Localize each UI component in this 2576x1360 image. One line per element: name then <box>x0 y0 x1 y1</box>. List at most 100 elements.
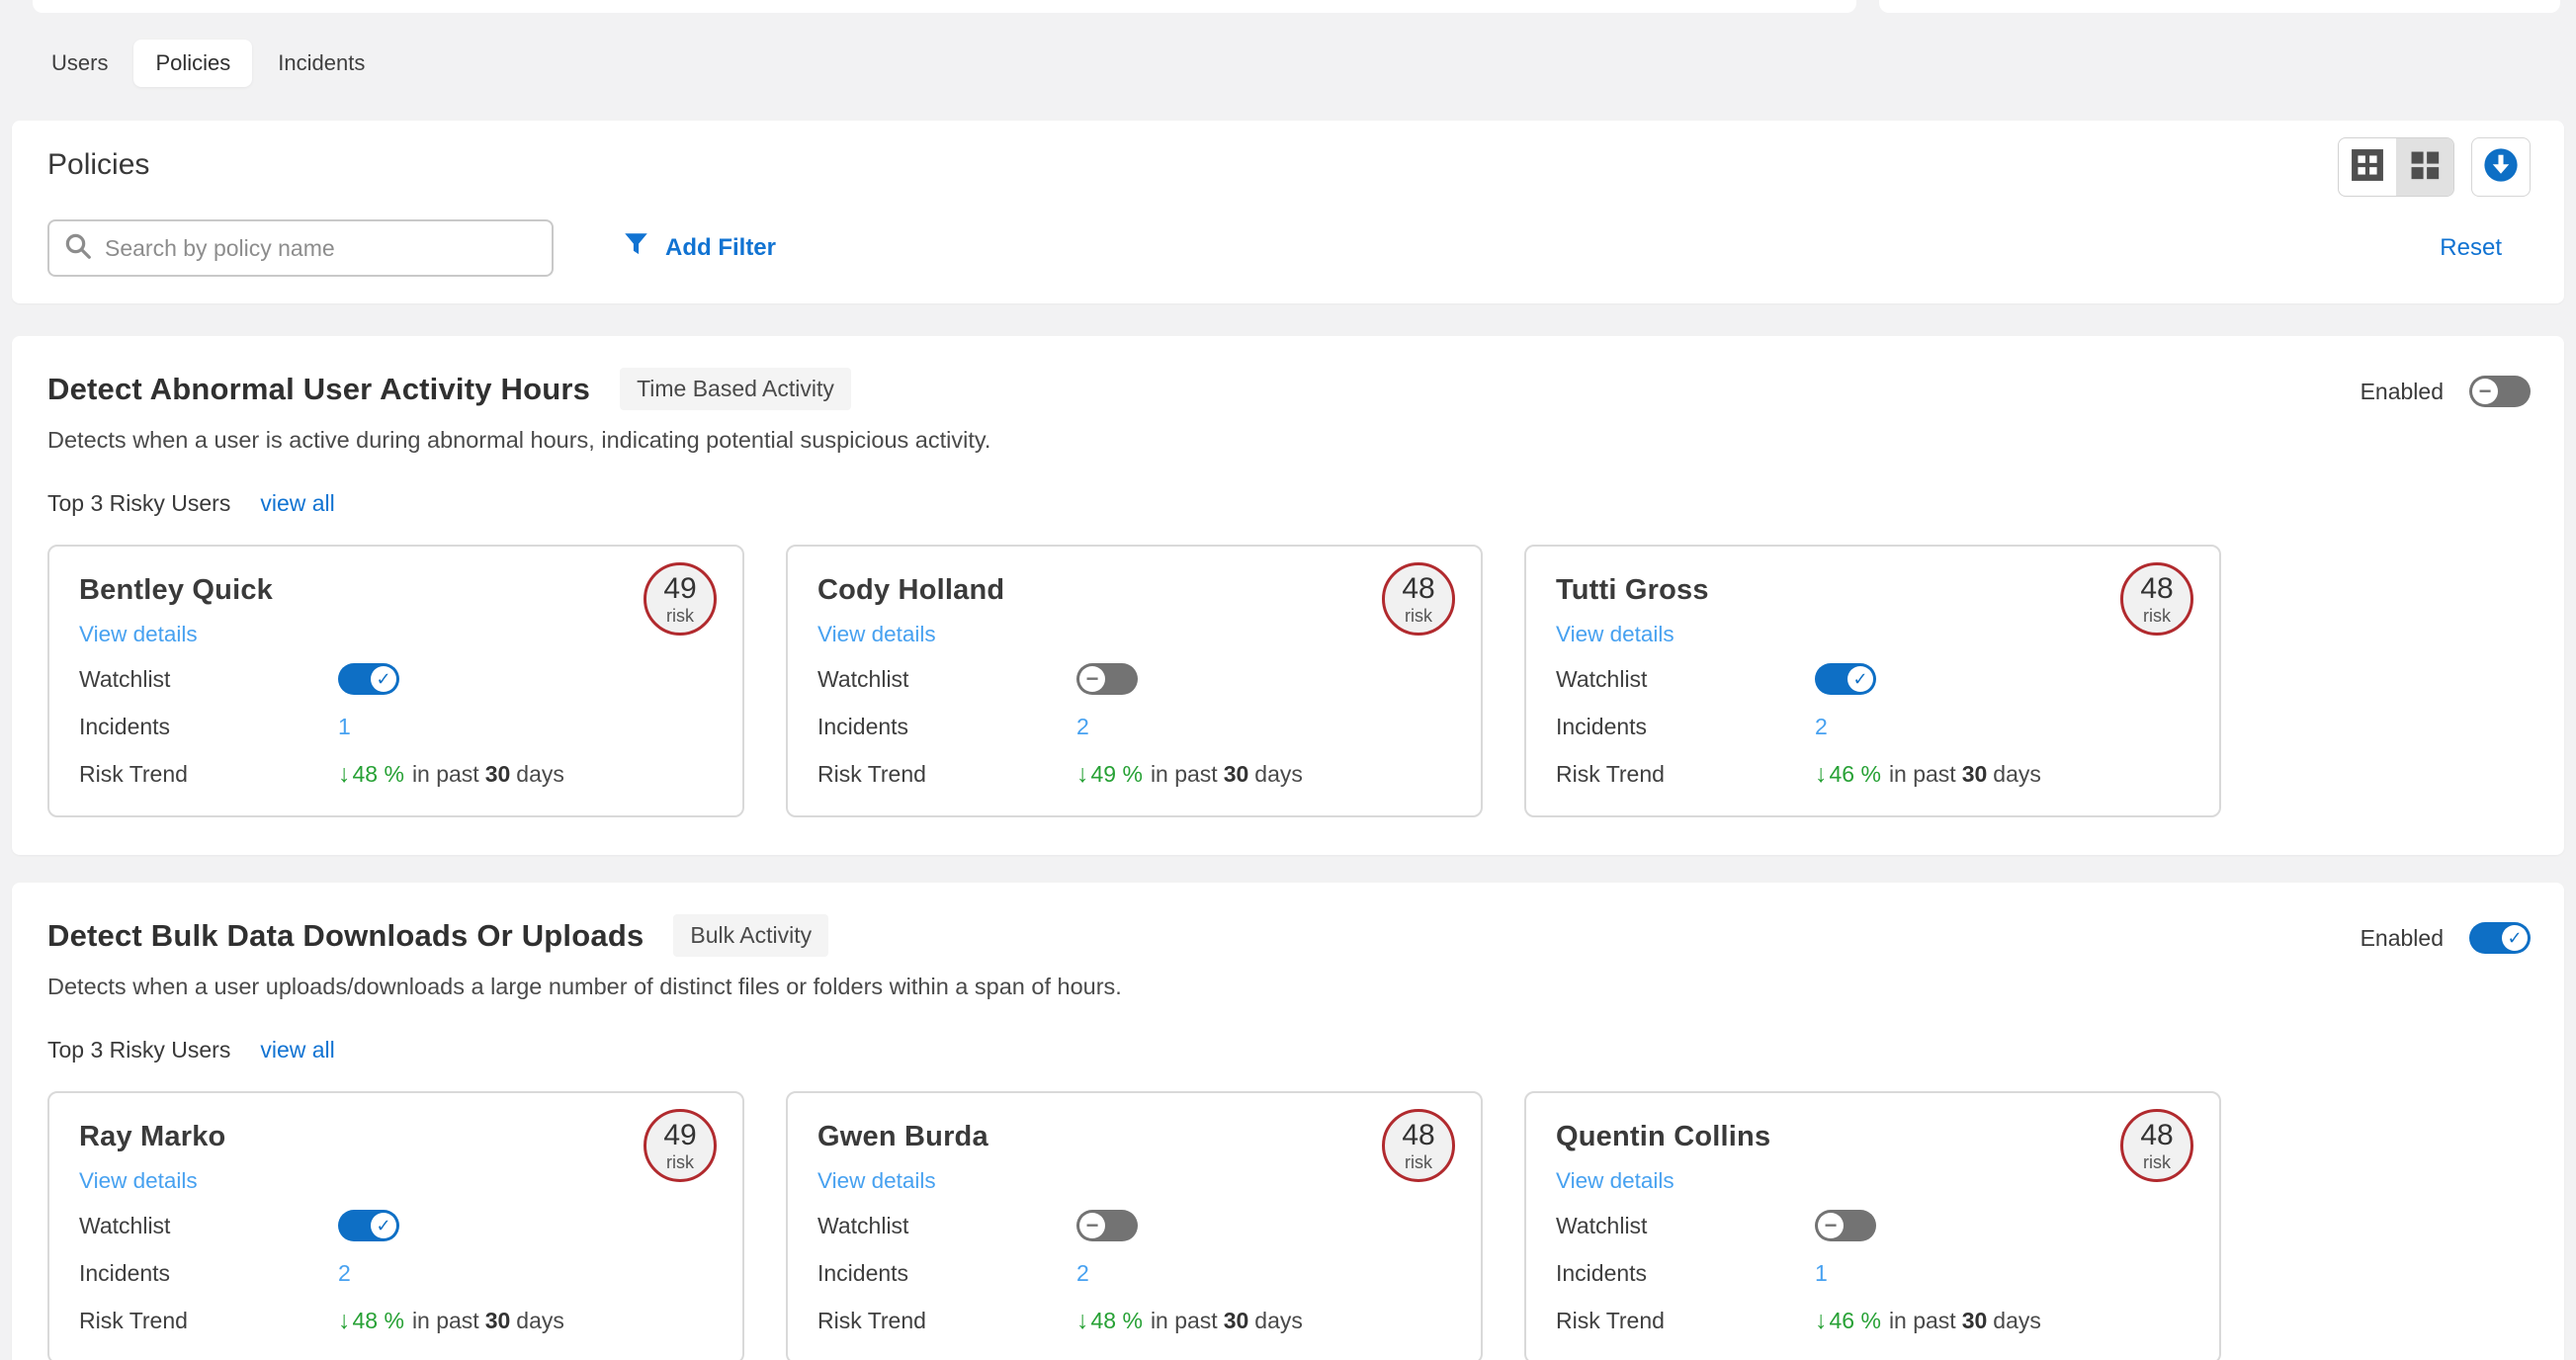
toggle-dash-icon: − <box>2472 379 2498 404</box>
page-title: Policies <box>47 148 149 182</box>
risk-score: 49 <box>663 1121 696 1150</box>
view-details-link[interactable]: View details <box>1556 1168 1674 1194</box>
search-input[interactable] <box>105 235 538 262</box>
risk-unit-label: risk <box>1405 607 1432 625</box>
user-name: Gwen Burda <box>817 1121 1451 1153</box>
policy-description: Detects when a user uploads/downloads a … <box>47 974 2531 1000</box>
incidents-count-link[interactable]: 2 <box>1815 714 1828 740</box>
top-risky-users-label: Top 3 Risky Users <box>47 490 230 517</box>
toggle-dash-icon: − <box>1818 1213 1844 1238</box>
user-card: Gwen Burda 48 risk View details Watchlis… <box>786 1091 1483 1360</box>
risk-trend-label: Risk Trend <box>817 1308 1076 1334</box>
view-details-link[interactable]: View details <box>817 1168 936 1194</box>
risk-score-badge: 48 risk <box>1382 562 1455 636</box>
incidents-count-link[interactable]: 1 <box>338 714 351 740</box>
toggle-check-icon: ✓ <box>1847 666 1873 692</box>
watchlist-label: Watchlist <box>1556 1213 1815 1239</box>
view-details-link[interactable]: View details <box>1556 622 1674 647</box>
policy-card-abnormal-hours: Detect Abnormal User Activity Hours Time… <box>12 336 2564 855</box>
incidents-label: Incidents <box>79 1260 338 1287</box>
trend-down-icon: ↓ <box>1815 1307 1828 1335</box>
risk-trend-label: Risk Trend <box>1556 761 1815 788</box>
enabled-label: Enabled <box>2361 379 2444 405</box>
incidents-count-link[interactable]: 2 <box>1076 714 1089 740</box>
incidents-label: Incidents <box>817 1260 1076 1287</box>
toggle-check-icon: ✓ <box>371 666 396 692</box>
incidents-label: Incidents <box>1556 1260 1815 1287</box>
risk-trend-label: Risk Trend <box>79 761 338 788</box>
tab-incidents[interactable]: Incidents <box>256 40 386 87</box>
incidents-count-link[interactable]: 2 <box>338 1260 351 1287</box>
incidents-count-link[interactable]: 1 <box>1815 1260 1828 1287</box>
search-icon <box>63 231 105 266</box>
tab-users[interactable]: Users <box>30 40 129 87</box>
risk-score-badge: 49 risk <box>644 562 717 636</box>
incidents-count-link[interactable]: 2 <box>1076 1260 1089 1287</box>
table-view-icon <box>2351 148 2384 187</box>
risk-trend-value: ↓ 46 % in past 30 days <box>1815 760 2041 789</box>
reset-link[interactable]: Reset <box>2440 234 2502 262</box>
trend-down-icon: ↓ <box>338 1307 351 1335</box>
user-card: Ray Marko 49 risk View details Watchlist… <box>47 1091 744 1360</box>
policy-card-bulk-data: Detect Bulk Data Downloads Or Uploads Bu… <box>12 883 2564 1360</box>
risk-score: 48 <box>2140 574 2173 604</box>
watchlist-toggle[interactable]: ✓ <box>338 1210 399 1241</box>
risk-trend-label: Risk Trend <box>79 1308 338 1334</box>
risk-score: 48 <box>1402 574 1434 604</box>
risk-score-badge: 48 risk <box>2120 1109 2193 1182</box>
tab-policies[interactable]: Policies <box>133 40 252 87</box>
top-edge-panel-left <box>33 0 1856 13</box>
trend-down-icon: ↓ <box>1076 760 1089 789</box>
trend-down-icon: ↓ <box>338 760 351 789</box>
policy-title: Detect Abnormal User Activity Hours <box>47 372 590 407</box>
watchlist-label: Watchlist <box>79 666 338 693</box>
search-row: Add Filter <box>47 219 776 277</box>
view-all-link[interactable]: view all <box>260 490 334 517</box>
add-filter-button[interactable]: Add Filter <box>623 231 776 265</box>
incidents-label: Incidents <box>817 714 1076 740</box>
top-edge-panel-right <box>1879 0 2560 13</box>
user-card: Quentin Collins 48 risk View details Wat… <box>1524 1091 2221 1360</box>
risk-trend-value: ↓ 48 % in past 30 days <box>1076 1307 1303 1335</box>
user-card: Tutti Gross 48 risk View details Watchli… <box>1524 545 2221 817</box>
incidents-label: Incidents <box>79 714 338 740</box>
risk-unit-label: risk <box>2143 1153 2171 1171</box>
risk-unit-label: risk <box>666 607 694 625</box>
watchlist-toggle[interactable]: − <box>1076 663 1138 695</box>
incidents-label: Incidents <box>1556 714 1815 740</box>
table-view-button[interactable] <box>2339 138 2396 196</box>
main-tabs: Users Policies Incidents <box>30 40 386 87</box>
risky-users-grid: Bentley Quick 49 risk View details Watch… <box>47 545 2531 817</box>
watchlist-label: Watchlist <box>817 666 1076 693</box>
user-name: Tutti Gross <box>1556 574 2190 607</box>
add-filter-label: Add Filter <box>665 234 776 262</box>
view-mode-switcher <box>2338 137 2454 197</box>
watchlist-toggle[interactable]: − <box>1815 1210 1876 1241</box>
watchlist-label: Watchlist <box>817 1213 1076 1239</box>
watchlist-toggle[interactable]: − <box>1076 1210 1138 1241</box>
user-name: Bentley Quick <box>79 574 713 607</box>
enabled-label: Enabled <box>2361 925 2444 952</box>
toggle-dash-icon: − <box>1079 1213 1105 1238</box>
policy-title: Detect Bulk Data Downloads Or Uploads <box>47 918 644 954</box>
watchlist-label: Watchlist <box>1556 666 1815 693</box>
risk-score-badge: 49 risk <box>644 1109 717 1182</box>
watchlist-toggle[interactable]: ✓ <box>1815 663 1876 695</box>
policy-enabled-toggle[interactable]: − <box>2469 376 2531 407</box>
policy-category-tag: Bulk Activity <box>673 914 828 957</box>
toggle-check-icon: ✓ <box>2502 925 2528 951</box>
watchlist-toggle[interactable]: ✓ <box>338 663 399 695</box>
view-details-link[interactable]: View details <box>79 622 198 647</box>
grid-view-button[interactable] <box>2396 138 2453 196</box>
view-details-link[interactable]: View details <box>817 622 936 647</box>
risk-score-badge: 48 risk <box>1382 1109 1455 1182</box>
toggle-check-icon: ✓ <box>371 1213 396 1238</box>
toggle-dash-icon: − <box>1079 666 1105 692</box>
view-all-link[interactable]: view all <box>260 1037 334 1063</box>
policy-enabled-toggle[interactable]: ✓ <box>2469 922 2531 954</box>
user-name: Cody Holland <box>817 574 1451 607</box>
risk-unit-label: risk <box>666 1153 694 1171</box>
download-button[interactable] <box>2471 137 2531 197</box>
view-details-link[interactable]: View details <box>79 1168 198 1194</box>
grid-view-icon <box>2408 148 2442 187</box>
